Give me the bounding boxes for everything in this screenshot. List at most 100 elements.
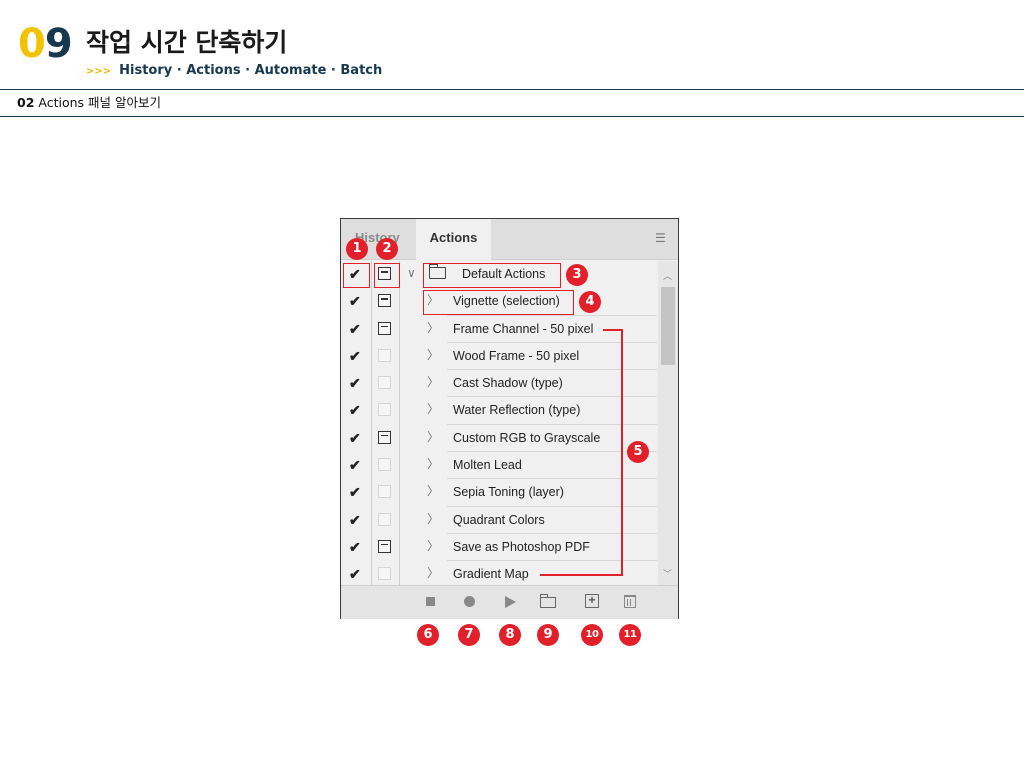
- toggle-dialog-icon[interactable]: [378, 403, 391, 417]
- toggle-item-checkmark-icon[interactable]: ✔: [349, 322, 363, 336]
- callout-badge: 7: [458, 624, 480, 646]
- scroll-up-icon[interactable]: ︿: [663, 269, 672, 282]
- column-divider: [399, 479, 400, 507]
- toggle-dialog-icon[interactable]: [378, 321, 391, 335]
- expand-chevron-icon[interactable]: 〉: [427, 430, 439, 444]
- panel-scrollbar[interactable]: ︿ ﹀: [658, 261, 678, 585]
- panel-bottom-toolbar: +: [341, 585, 678, 619]
- chapter-subtitle: >>> History · Actions · Automate · Batch: [86, 63, 383, 78]
- toggle-dialog-icon[interactable]: [378, 348, 391, 362]
- column-divider: [399, 397, 400, 425]
- play-icon[interactable]: [505, 596, 516, 608]
- column-divider: [371, 424, 372, 453]
- expand-chevron-icon[interactable]: 〉: [427, 348, 439, 362]
- callout-badge: 5: [627, 441, 649, 463]
- toggle-dialog-icon[interactable]: [378, 458, 391, 472]
- divider-top: [0, 89, 1024, 90]
- action-row[interactable]: ✔ 〉 Save as Photoshop PDF: [341, 533, 657, 562]
- callout-badge: 8: [499, 624, 521, 646]
- chapter-title: 작업 시간 단축하기: [86, 28, 288, 57]
- toggle-dialog-icon[interactable]: [378, 376, 391, 390]
- toggle-item-checkmark-icon[interactable]: ✔: [349, 349, 363, 363]
- scroll-thumb[interactable]: [661, 287, 675, 365]
- expand-chevron-icon[interactable]: 〉: [427, 484, 439, 498]
- toggle-dialog-icon[interactable]: [378, 485, 391, 499]
- callout-box-action: [423, 290, 574, 315]
- expand-chevron-icon[interactable]: 〉: [427, 512, 439, 526]
- column-divider: [371, 315, 372, 343]
- bracket-line: [603, 329, 623, 331]
- callout-badge: 2: [376, 238, 398, 260]
- callout-box-toggle: [343, 263, 370, 288]
- bracket-line: [540, 574, 623, 576]
- trash-icon[interactable]: [624, 595, 636, 608]
- action-label: Save as Photoshop PDF: [453, 539, 590, 554]
- new-set-icon[interactable]: [539, 594, 556, 608]
- tab-actions[interactable]: Actions: [416, 219, 491, 260]
- callout-box-set: [423, 263, 561, 288]
- toggle-item-checkmark-icon[interactable]: ✔: [349, 431, 363, 445]
- toggle-item-checkmark-icon[interactable]: ✔: [349, 540, 363, 554]
- toggle-item-checkmark-icon[interactable]: ✔: [349, 458, 363, 472]
- action-label: Cast Shadow (type): [453, 376, 563, 391]
- column-divider: [399, 370, 400, 398]
- action-row[interactable]: ✔ 〉 Water Reflection (type): [341, 397, 657, 425]
- action-label: Sepia Toning (layer): [453, 485, 564, 500]
- action-row[interactable]: ✔ 〉 Cast Shadow (type): [341, 370, 657, 398]
- toggle-dialog-icon[interactable]: [378, 294, 391, 308]
- record-icon[interactable]: [464, 596, 475, 607]
- toggle-item-checkmark-icon[interactable]: ✔: [349, 376, 363, 390]
- column-divider: [399, 288, 400, 316]
- expand-chevron-icon[interactable]: 〉: [427, 539, 439, 553]
- callout-badge: 3: [566, 264, 588, 286]
- callout-badge: 11: [619, 624, 641, 646]
- expand-chevron-icon[interactable]: ∨: [407, 266, 416, 280]
- divider-bottom: [0, 116, 1024, 117]
- action-row[interactable]: ✔ 〉 Molten Lead: [341, 452, 657, 480]
- column-divider: [399, 452, 400, 480]
- expand-chevron-icon[interactable]: 〉: [427, 375, 439, 389]
- callout-badge: 10: [581, 624, 603, 646]
- arrows-icon: >>>: [86, 66, 112, 77]
- expand-chevron-icon[interactable]: 〉: [427, 402, 439, 416]
- action-label: Custom RGB to Grayscale: [453, 430, 601, 445]
- panel-menu-icon[interactable]: ☰: [655, 232, 669, 244]
- column-divider: [371, 288, 372, 316]
- new-action-icon[interactable]: +: [585, 594, 599, 608]
- toggle-dialog-icon[interactable]: [378, 430, 391, 444]
- toggle-item-checkmark-icon[interactable]: ✔: [349, 403, 363, 417]
- column-divider: [399, 342, 400, 371]
- callout-badge: 1: [346, 238, 368, 260]
- callout-badge: 9: [537, 624, 559, 646]
- toggle-item-checkmark-icon[interactable]: ✔: [349, 513, 363, 527]
- expand-chevron-icon[interactable]: 〉: [427, 566, 439, 580]
- toggle-dialog-icon[interactable]: [378, 539, 391, 553]
- action-row[interactable]: ✔ 〉 Quadrant Colors: [341, 506, 657, 534]
- stop-icon[interactable]: [426, 597, 435, 606]
- toggle-dialog-icon[interactable]: [378, 567, 391, 581]
- scroll-down-icon[interactable]: ﹀: [663, 567, 672, 580]
- expand-chevron-icon[interactable]: 〉: [427, 457, 439, 471]
- column-divider: [371, 370, 372, 398]
- action-label: Quadrant Colors: [453, 512, 545, 527]
- action-label: Frame Channel - 50 pixel: [453, 321, 594, 336]
- toggle-item-checkmark-icon[interactable]: ✔: [349, 485, 363, 499]
- toggle-item-checkmark-icon[interactable]: ✔: [349, 567, 363, 581]
- column-divider: [371, 533, 372, 562]
- callout-box-dialog: [374, 263, 400, 288]
- section-title: 02 Actions 패널 알아보기: [17, 95, 162, 110]
- callout-badge: 6: [417, 624, 439, 646]
- column-divider: [399, 533, 400, 562]
- column-divider: [371, 452, 372, 480]
- action-row[interactable]: ✔ 〉 Custom RGB to Grayscale: [341, 424, 657, 453]
- action-row[interactable]: ✔ 〉 Wood Frame - 50 pixel: [341, 342, 657, 371]
- column-divider: [371, 342, 372, 371]
- column-divider: [399, 315, 400, 343]
- expand-chevron-icon[interactable]: 〉: [427, 321, 439, 335]
- action-row[interactable]: ✔ 〉 Sepia Toning (layer): [341, 479, 657, 507]
- toggle-dialog-icon[interactable]: [378, 512, 391, 526]
- action-label: Water Reflection (type): [453, 403, 581, 418]
- bracket-line: [621, 329, 623, 576]
- column-divider: [371, 479, 372, 507]
- toggle-item-checkmark-icon[interactable]: ✔: [349, 294, 363, 308]
